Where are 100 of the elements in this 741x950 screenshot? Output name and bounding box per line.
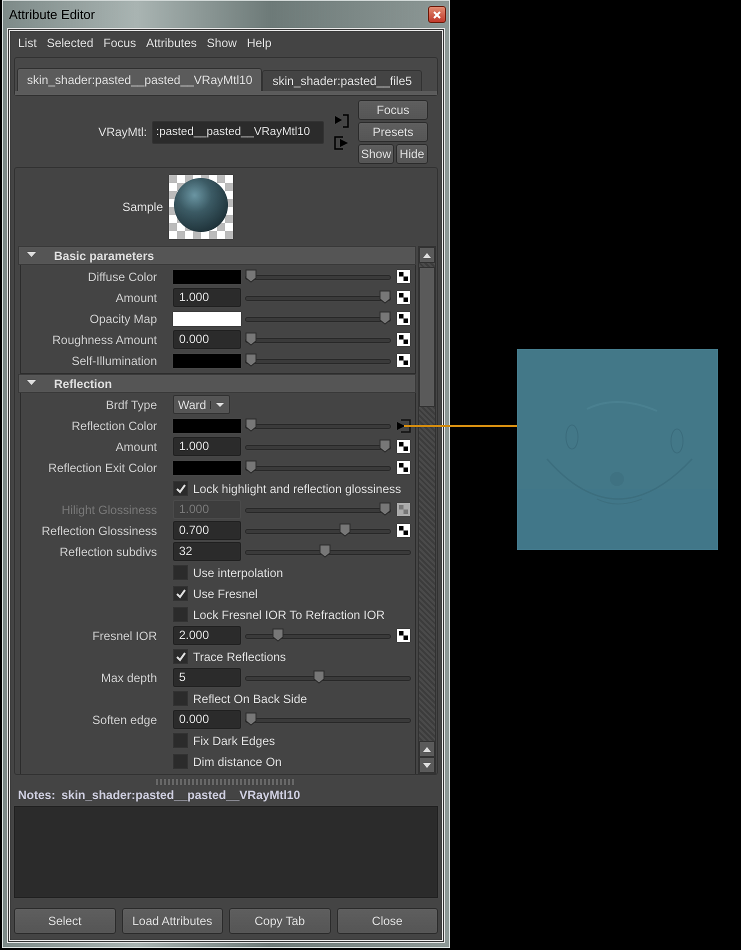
slider-thumb[interactable]	[245, 352, 257, 366]
checker-icon[interactable]	[396, 629, 410, 642]
scroll-thumb[interactable]	[419, 267, 435, 407]
checkbox-label: Use Fresnel	[193, 586, 258, 600]
number-field[interactable]: 0.700	[173, 521, 241, 540]
slider-thumb[interactable]	[338, 522, 351, 536]
slider[interactable]	[245, 670, 411, 686]
checker-icon[interactable]	[396, 333, 410, 346]
dialog-button[interactable]: Close	[336, 908, 438, 934]
color-swatch[interactable]	[173, 312, 241, 326]
checkbox[interactable]	[173, 754, 188, 769]
node-button[interactable]: Focus	[358, 100, 428, 120]
scroll-up-button[interactable]	[419, 247, 435, 263]
slider-thumb[interactable]	[312, 670, 325, 684]
slider-thumb[interactable]	[272, 628, 284, 642]
slider[interactable]	[245, 544, 411, 560]
slider[interactable]	[245, 352, 391, 368]
number-field[interactable]: 2.000	[173, 626, 241, 645]
checkbox[interactable]	[173, 649, 188, 664]
menu-item[interactable]: Help	[242, 36, 278, 50]
slider-thumb[interactable]	[245, 418, 257, 432]
checker-icon[interactable]	[396, 270, 410, 283]
tab[interactable]: skin_shader:pasted__file5	[262, 70, 422, 91]
node-name-field[interactable]: :pasted__pasted__VRayMtl10	[152, 120, 324, 144]
checkbox[interactable]	[173, 607, 188, 622]
field-label: Brdf Type	[104, 398, 158, 412]
checkbox-label: Use interpolation	[193, 566, 284, 580]
node-button[interactable]: Presets	[358, 122, 428, 142]
menu-item[interactable]: List	[14, 36, 43, 50]
number-field[interactable]: 1.000	[173, 288, 241, 307]
number-field[interactable]: 32	[173, 542, 241, 561]
slider[interactable]	[245, 332, 391, 348]
slider-thumb[interactable]	[379, 290, 391, 304]
slider-thumb[interactable]	[245, 268, 257, 282]
scroll-down-button[interactable]	[419, 757, 435, 773]
slider[interactable]	[245, 460, 391, 476]
menu-item[interactable]: Show	[202, 36, 243, 50]
slider-thumb[interactable]	[245, 460, 257, 474]
checkbox[interactable]	[173, 691, 188, 706]
tab[interactable]: skin_shader:pasted__pasted__VRayMtl10	[17, 68, 262, 91]
slider[interactable]	[245, 522, 391, 538]
section-header[interactable]: Reflection	[18, 374, 416, 393]
checkbox[interactable]	[173, 481, 188, 496]
number-field[interactable]: 1.000	[173, 437, 241, 456]
menu-item[interactable]: Attributes	[142, 36, 203, 50]
dialog-button[interactable]: Copy Tab	[229, 908, 330, 934]
field-label: Max depth	[100, 670, 158, 684]
node-button[interactable]: Show	[358, 144, 394, 164]
arrow-into-box-icon[interactable]	[396, 418, 410, 432]
slider[interactable]	[245, 502, 391, 518]
slider-thumb[interactable]	[318, 544, 331, 558]
dialog-button[interactable]: Load Attributes	[122, 908, 223, 934]
color-swatch[interactable]	[173, 270, 241, 284]
up-arrow-icon	[422, 252, 432, 258]
node-button[interactable]: Hide	[396, 144, 428, 164]
slider[interactable]	[245, 712, 411, 728]
slider-thumb[interactable]	[245, 712, 257, 726]
arrow-out-box-icon[interactable]	[334, 136, 348, 150]
checkbox-label: Lock highlight and reflection glossiness	[193, 482, 402, 496]
slider-thumb[interactable]	[379, 438, 391, 452]
slider-thumb[interactable]	[245, 332, 257, 346]
node-type-label: VRayMtl:	[97, 125, 148, 139]
slider[interactable]	[245, 438, 391, 454]
scrollbar[interactable]	[418, 246, 436, 774]
checker-icon[interactable]	[396, 524, 410, 537]
slider[interactable]	[245, 310, 391, 326]
slider-thumb[interactable]	[379, 310, 391, 324]
checker-icon[interactable]	[396, 461, 410, 474]
checker-icon[interactable]	[396, 440, 410, 453]
checkbox[interactable]	[173, 733, 188, 748]
close-button[interactable]	[428, 6, 446, 23]
close-icon	[432, 10, 442, 20]
field-label: Amount	[114, 440, 158, 454]
dialog-button[interactable]: Select	[14, 908, 116, 934]
dropdown[interactable]: Ward	[173, 395, 230, 414]
slider[interactable]	[245, 418, 391, 434]
slider[interactable]	[245, 268, 391, 284]
color-swatch[interactable]	[173, 354, 241, 368]
checker-icon[interactable]	[396, 354, 410, 367]
slider[interactable]	[245, 290, 391, 306]
section-header[interactable]: Basic parameters	[18, 246, 416, 265]
number-field[interactable]: 5	[173, 668, 241, 687]
number-field[interactable]: 0.000	[173, 330, 241, 349]
menu-item[interactable]: Selected	[42, 36, 100, 50]
checker-icon[interactable]	[396, 312, 410, 325]
splitter-handle[interactable]	[156, 779, 296, 785]
checkbox[interactable]	[173, 586, 188, 601]
section-title: Reflection	[54, 376, 112, 390]
notes-field[interactable]	[14, 806, 438, 898]
menu-item[interactable]: Focus	[99, 36, 142, 50]
field-label: Reflection Glossiness	[40, 524, 158, 538]
color-swatch[interactable]	[173, 460, 241, 474]
checkbox-label: Reflect On Back Side	[193, 692, 308, 706]
color-swatch[interactable]	[173, 418, 241, 432]
slider[interactable]	[245, 628, 391, 644]
number-field[interactable]: 0.000	[173, 710, 241, 729]
scroll-up-button[interactable]	[419, 741, 435, 757]
checker-icon[interactable]	[396, 291, 410, 304]
checkbox[interactable]	[173, 565, 188, 580]
notes-label: Notes:	[18, 788, 56, 804]
